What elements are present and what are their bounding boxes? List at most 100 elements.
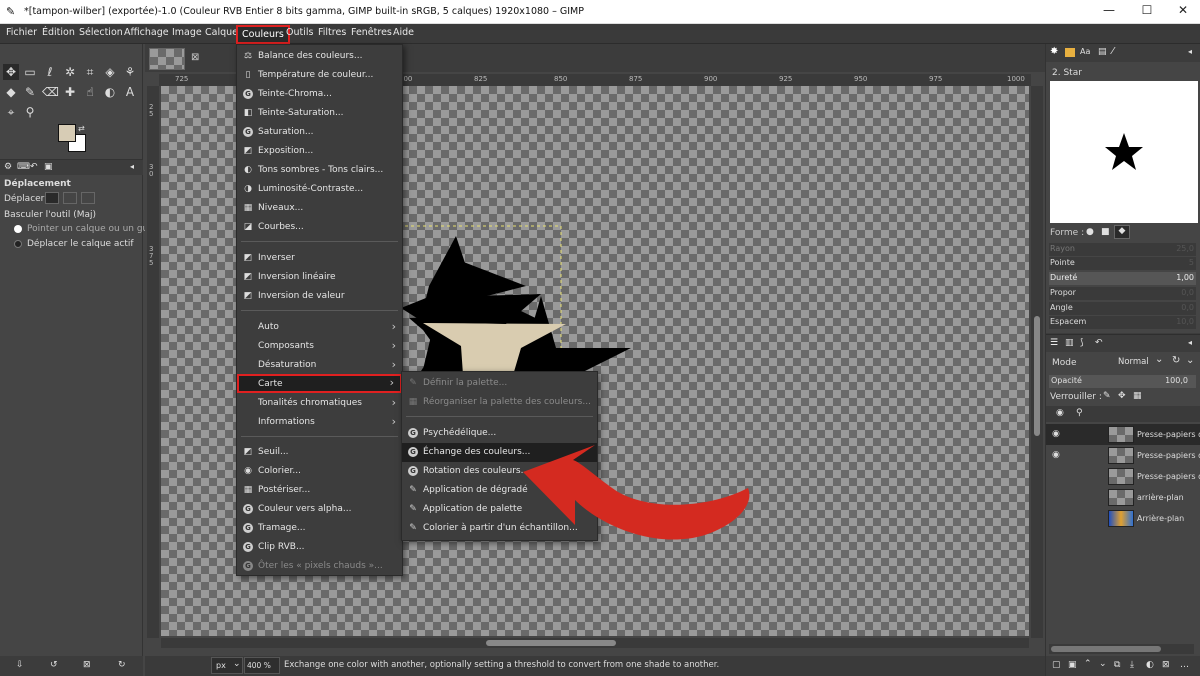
zoom-icon[interactable]: ⚲ xyxy=(22,104,38,120)
diamond-shape-icon[interactable]: ◆ xyxy=(1114,225,1130,239)
menu-item-teinte-chroma[interactable]: G Teinte-Chroma... xyxy=(237,85,402,104)
lock-alpha-icon[interactable]: ▦ xyxy=(1133,391,1142,401)
channels-tab-icon[interactable]: ▥ xyxy=(1065,338,1074,348)
menu-item-definir-palette[interactable]: ✎ Définir la palette... xyxy=(402,374,597,393)
square-shape-icon[interactable]: ■ xyxy=(1101,227,1110,237)
close-button[interactable]: ✕ xyxy=(1170,3,1196,21)
lower-layer-icon[interactable]: ⌄ xyxy=(1099,659,1107,669)
layer-row[interactable]: Presse-papiers d xyxy=(1046,466,1200,487)
fonts-tab-icon[interactable]: Aa xyxy=(1080,47,1090,56)
radio-pick-layer[interactable] xyxy=(14,225,22,233)
menu-item-inverser[interactable]: ◩ Inverser xyxy=(237,249,402,268)
warp-icon[interactable]: ⚘ xyxy=(122,64,138,80)
menu-calque[interactable]: Calque xyxy=(205,27,238,38)
move-selection-mode-button[interactable] xyxy=(63,192,77,204)
menu-item-echange-couleurs[interactable]: G Échange des couleurs... xyxy=(402,443,597,462)
swap-colors-icon[interactable]: ⇄ xyxy=(78,124,85,133)
menu-item-teinte-saturation[interactable]: ◧ Teinte-Saturation... xyxy=(237,104,402,123)
tool-options-tab-icon[interactable]: ⚙ xyxy=(4,162,12,172)
move-tool-icon[interactable]: ✥ xyxy=(3,64,19,80)
menu-item-psychedelique[interactable]: G Psychédélique... xyxy=(402,424,597,443)
menu-item-desaturation[interactable]: Désaturation › xyxy=(237,356,402,375)
visibility-eye-icon[interactable]: ◉ xyxy=(1052,450,1066,460)
panel-menu-icon[interactable]: ◂ xyxy=(1188,338,1192,347)
brushes-tab-icon[interactable]: ✸ xyxy=(1050,46,1058,57)
menu-item-pixels-chauds[interactable]: G Ôter les « pixels chauds »... xyxy=(237,557,402,576)
unit-select[interactable]: px ⌄ xyxy=(211,657,243,674)
reset-options-icon[interactable]: ↻ xyxy=(118,660,126,670)
layers-scrollbar[interactable] xyxy=(1049,644,1194,654)
brush-editor-tab-icon[interactable]: ⁄ xyxy=(1112,46,1114,57)
menu-item-posteriser[interactable]: ▦ Postériser... xyxy=(237,481,402,500)
raise-layer-icon[interactable]: ⌃ xyxy=(1084,659,1092,669)
fuzzy-select-icon[interactable]: ✲ xyxy=(62,64,78,80)
image-tab-thumbnail[interactable] xyxy=(149,48,185,70)
maximize-button[interactable]: ☐ xyxy=(1134,3,1160,21)
menu-item-auto[interactable]: Auto › xyxy=(237,318,402,337)
save-options-icon[interactable]: ⇩ xyxy=(16,660,24,670)
menu-filtres[interactable]: Filtres xyxy=(318,27,346,38)
eraser-icon[interactable]: ⌫ xyxy=(42,84,59,100)
move-layer-mode-button[interactable] xyxy=(45,192,59,204)
menu-item-tonalites[interactable]: Tonalités chromatiques › xyxy=(237,394,402,413)
move-path-mode-button[interactable] xyxy=(81,192,95,204)
circle-shape-icon[interactable]: ● xyxy=(1086,227,1094,237)
smudge-icon[interactable]: ☝ xyxy=(82,84,98,100)
undo-history-tab-icon[interactable]: ↶ xyxy=(30,162,38,172)
param-row[interactable]: Proportions 0,0 xyxy=(1049,287,1196,300)
menu-edition[interactable]: Édition xyxy=(42,27,75,38)
visibility-eye-icon[interactable]: ◉ xyxy=(1052,429,1066,439)
dodge-icon[interactable]: ◐ xyxy=(102,84,118,100)
panel-menu-icon[interactable]: ◂ xyxy=(1188,47,1192,56)
delete-options-icon[interactable]: ⊠ xyxy=(83,660,91,670)
menu-item-seuil[interactable]: ◩ Seuil... xyxy=(237,443,402,462)
menu-image[interactable]: Image xyxy=(172,27,202,38)
menu-item-temperature[interactable]: ▯ Température de couleur... xyxy=(237,66,402,85)
menu-item-informations[interactable]: Informations › xyxy=(237,413,402,432)
param-row[interactable]: Pointe 5 xyxy=(1049,257,1196,270)
layers-scroll-thumb[interactable] xyxy=(1051,646,1161,652)
device-status-tab-icon[interactable]: ⌨ xyxy=(17,162,30,172)
param-row[interactable]: Espacement 10,0 xyxy=(1049,316,1196,329)
close-tab-icon[interactable]: ⊠ xyxy=(191,52,199,63)
foreground-color-swatch[interactable] xyxy=(58,124,76,142)
menu-item-colorier[interactable]: ◉ Colorier... xyxy=(237,462,402,481)
menu-item-courbes[interactable]: ◪ Courbes... xyxy=(237,218,402,237)
merge-down-icon[interactable]: ⤓ xyxy=(1130,660,1134,670)
menu-affichage[interactable]: Affichage xyxy=(124,27,169,38)
layers-tab-icon[interactable]: ☰ xyxy=(1050,338,1058,348)
mask-icon[interactable]: ◐ xyxy=(1146,660,1154,670)
menu-item-composants[interactable]: Composants › xyxy=(237,337,402,356)
crop-icon[interactable]: ⌗ xyxy=(82,64,98,80)
history-tab-icon[interactable]: ↶ xyxy=(1095,338,1103,348)
param-row[interactable]: Dureté 1,00 xyxy=(1049,272,1196,285)
menu-item-rotation-couleurs[interactable]: G Rotation des couleurs... xyxy=(402,462,597,481)
param-row[interactable]: Angle 0,0 xyxy=(1049,302,1196,315)
new-layer-icon[interactable]: ▢ xyxy=(1052,660,1061,670)
rect-select-icon[interactable]: ▭ xyxy=(22,64,38,80)
gradients-tab-icon[interactable]: ▤ xyxy=(1098,47,1107,57)
reset-mode-icon[interactable]: ↻ xyxy=(1172,355,1180,366)
radio-move-active-layer[interactable] xyxy=(14,240,22,248)
new-group-icon[interactable]: ▣ xyxy=(1068,660,1077,670)
vertical-scroll-thumb[interactable] xyxy=(1034,316,1040,436)
zoom-select[interactable]: 400 % xyxy=(244,657,280,674)
heal-icon[interactable]: ✚ xyxy=(62,84,78,100)
minimize-button[interactable]: — xyxy=(1096,3,1122,21)
lock-pixels-icon[interactable]: ✎ xyxy=(1103,391,1111,401)
layer-row[interactable]: Arrière-plan xyxy=(1046,508,1200,529)
menu-item-tramage[interactable]: G Tramage... xyxy=(237,519,402,538)
menu-aide[interactable]: Aide xyxy=(393,27,414,38)
paintbrush-icon[interactable]: ✎ xyxy=(22,84,38,100)
menu-item-colorier-echantillon[interactable]: ✎ Colorier à partir d'un échantillon... xyxy=(402,519,597,538)
layer-row[interactable]: ◉ Presse-papiers d xyxy=(1046,445,1200,466)
layer-row[interactable]: ◉ Presse-papiers d xyxy=(1046,424,1200,445)
images-tab-icon[interactable]: ▣ xyxy=(44,162,53,172)
horizontal-scroll-thumb[interactable] xyxy=(486,640,616,646)
menu-fenetres[interactable]: Fenêtres xyxy=(351,27,392,38)
color-picker-icon[interactable]: ⌖ xyxy=(3,104,19,120)
menu-item-reorganiser-palette[interactable]: ▦ Réorganiser la palette des couleurs... xyxy=(402,393,597,412)
layer-row[interactable]: arrière-plan xyxy=(1046,487,1200,508)
param-row[interactable]: Rayon 25,0 xyxy=(1049,243,1196,256)
menu-fichier[interactable]: Fichier xyxy=(6,27,37,38)
